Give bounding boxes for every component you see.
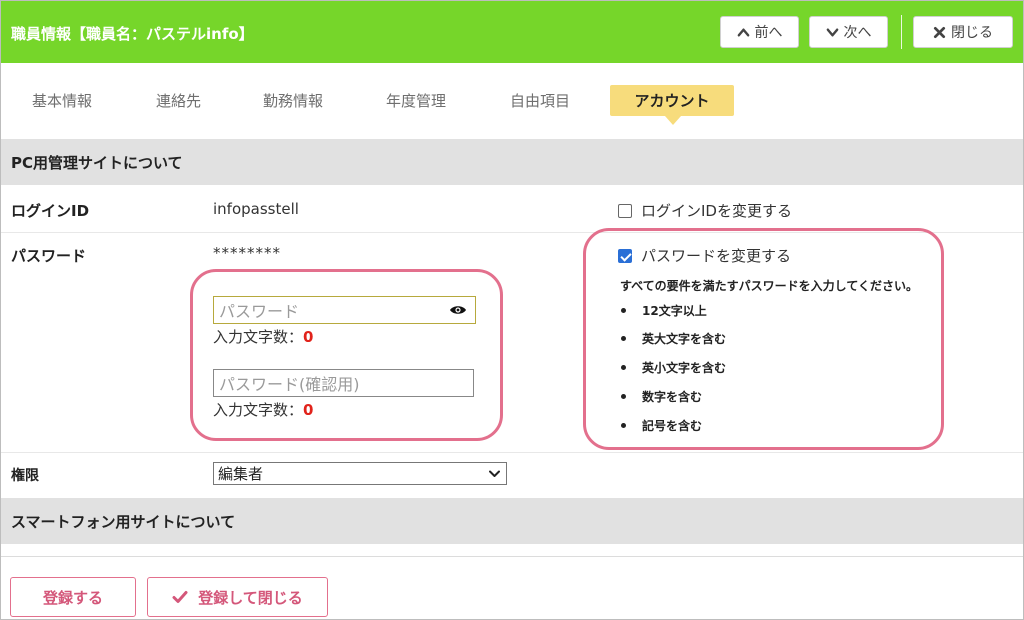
next-button[interactable]: 次へ xyxy=(809,16,888,48)
close-button-label: 閉じる xyxy=(951,25,993,41)
requirement-item: 数字を含む xyxy=(621,388,702,405)
requirement-item: 記号を含む xyxy=(621,417,702,434)
chevron-down-icon xyxy=(826,28,838,36)
role-selected-value: 編集者 xyxy=(218,465,264,483)
role-select[interactable]: 編集者 xyxy=(213,462,507,485)
requirement-item: 英大文字を含む xyxy=(621,330,726,347)
requirement-text: 記号を含む xyxy=(642,419,703,433)
password-label: パスワード xyxy=(11,247,87,265)
chevron-up-icon xyxy=(737,28,749,36)
change-password-checkbox[interactable]: パスワードを変更する xyxy=(618,245,791,266)
register-and-close-label: 登録して閉じる xyxy=(198,588,303,607)
prev-button[interactable]: 前へ xyxy=(720,16,799,48)
requirement-item: 12文字以上 xyxy=(621,302,707,319)
tab-basic-info[interactable]: 基本情報 xyxy=(32,90,92,111)
password-char-count: 入力文字数：0 xyxy=(213,326,313,347)
register-button-label: 登録する xyxy=(42,588,103,607)
bullet-icon xyxy=(621,365,626,370)
checkmark-icon xyxy=(172,591,188,603)
close-x-icon xyxy=(933,26,946,38)
next-button-label: 次へ xyxy=(843,25,872,41)
bullet-icon xyxy=(621,423,626,428)
select-arrow-icon xyxy=(489,470,500,477)
password-confirm-char-count: 入力文字数：0 xyxy=(213,399,313,420)
tab-contact[interactable]: 連絡先 xyxy=(156,90,201,111)
tab-custom-fields[interactable]: 自由項目 xyxy=(510,90,570,111)
window-title: 職員情報【職員名：パステルinfo】 xyxy=(11,25,254,43)
password-masked-value: ******** xyxy=(213,244,281,262)
requirement-text: 英大文字を含む xyxy=(642,332,727,346)
header-bar: 職員情報【職員名：パステルinfo】 前へ 次へ 閉じる xyxy=(1,1,1023,63)
role-label: 権限 xyxy=(11,468,39,484)
bullet-icon xyxy=(621,394,626,399)
bullet-icon xyxy=(621,336,626,341)
requirement-text: 英小文字を含む xyxy=(642,361,727,375)
change-login-id-label: ログインIDを変更する xyxy=(641,202,792,220)
requirement-text: 12文字以上 xyxy=(642,304,707,318)
checkbox-checked[interactable] xyxy=(618,248,632,263)
requirement-item: 英小文字を含む xyxy=(621,359,726,376)
password-input[interactable]: パスワード xyxy=(213,296,476,324)
password-char-count-value: 0 xyxy=(303,328,314,346)
tab-work-info[interactable]: 勤務情報 xyxy=(263,90,323,111)
login-id-value: infopasstell xyxy=(213,200,299,218)
prev-button-label: 前へ xyxy=(754,25,783,41)
register-button[interactable]: 登録する xyxy=(10,577,136,617)
tab-annual-management[interactable]: 年度管理 xyxy=(386,90,446,111)
password-confirm-count-value: 0 xyxy=(303,401,314,419)
requirements-title: すべての要件を満たすパスワードを入力してください。 xyxy=(620,279,918,293)
tab-account[interactable]: アカウント xyxy=(610,85,734,125)
checkbox-box[interactable] xyxy=(618,203,632,218)
footer-divider xyxy=(1,556,1023,557)
tab-bar: 基本情報 連絡先 勤務情報 年度管理 自由項目 アカウント xyxy=(1,63,1023,139)
login-id-label: ログインID xyxy=(11,202,90,220)
eye-icon[interactable] xyxy=(449,304,467,316)
change-login-id-checkbox[interactable]: ログインIDを変更する xyxy=(618,200,792,221)
change-password-label: パスワードを変更する xyxy=(641,247,792,265)
row-divider xyxy=(1,452,1023,453)
pc-section-header: PC用管理サイトについて xyxy=(1,139,1023,185)
password-input-placeholder: パスワード xyxy=(219,302,300,321)
password-confirm-count-label: 入力文字数： xyxy=(213,401,304,419)
sp-section-header: スマートフォン用サイトについて xyxy=(1,498,1023,544)
register-and-close-button[interactable]: 登録して閉じる xyxy=(147,577,328,617)
bullet-icon xyxy=(621,308,626,313)
password-confirm-input[interactable]: パスワード(確認用) xyxy=(213,369,474,397)
password-confirm-placeholder: パスワード(確認用) xyxy=(219,375,360,394)
header-divider xyxy=(901,15,902,49)
employee-info-window: 職員情報【職員名：パステルinfo】 前へ 次へ 閉じる 基本情報 連絡先 勤務… xyxy=(0,0,1024,620)
password-char-count-label: 入力文字数： xyxy=(213,328,304,346)
requirement-text: 数字を含む xyxy=(642,390,703,404)
close-button[interactable]: 閉じる xyxy=(913,16,1013,48)
